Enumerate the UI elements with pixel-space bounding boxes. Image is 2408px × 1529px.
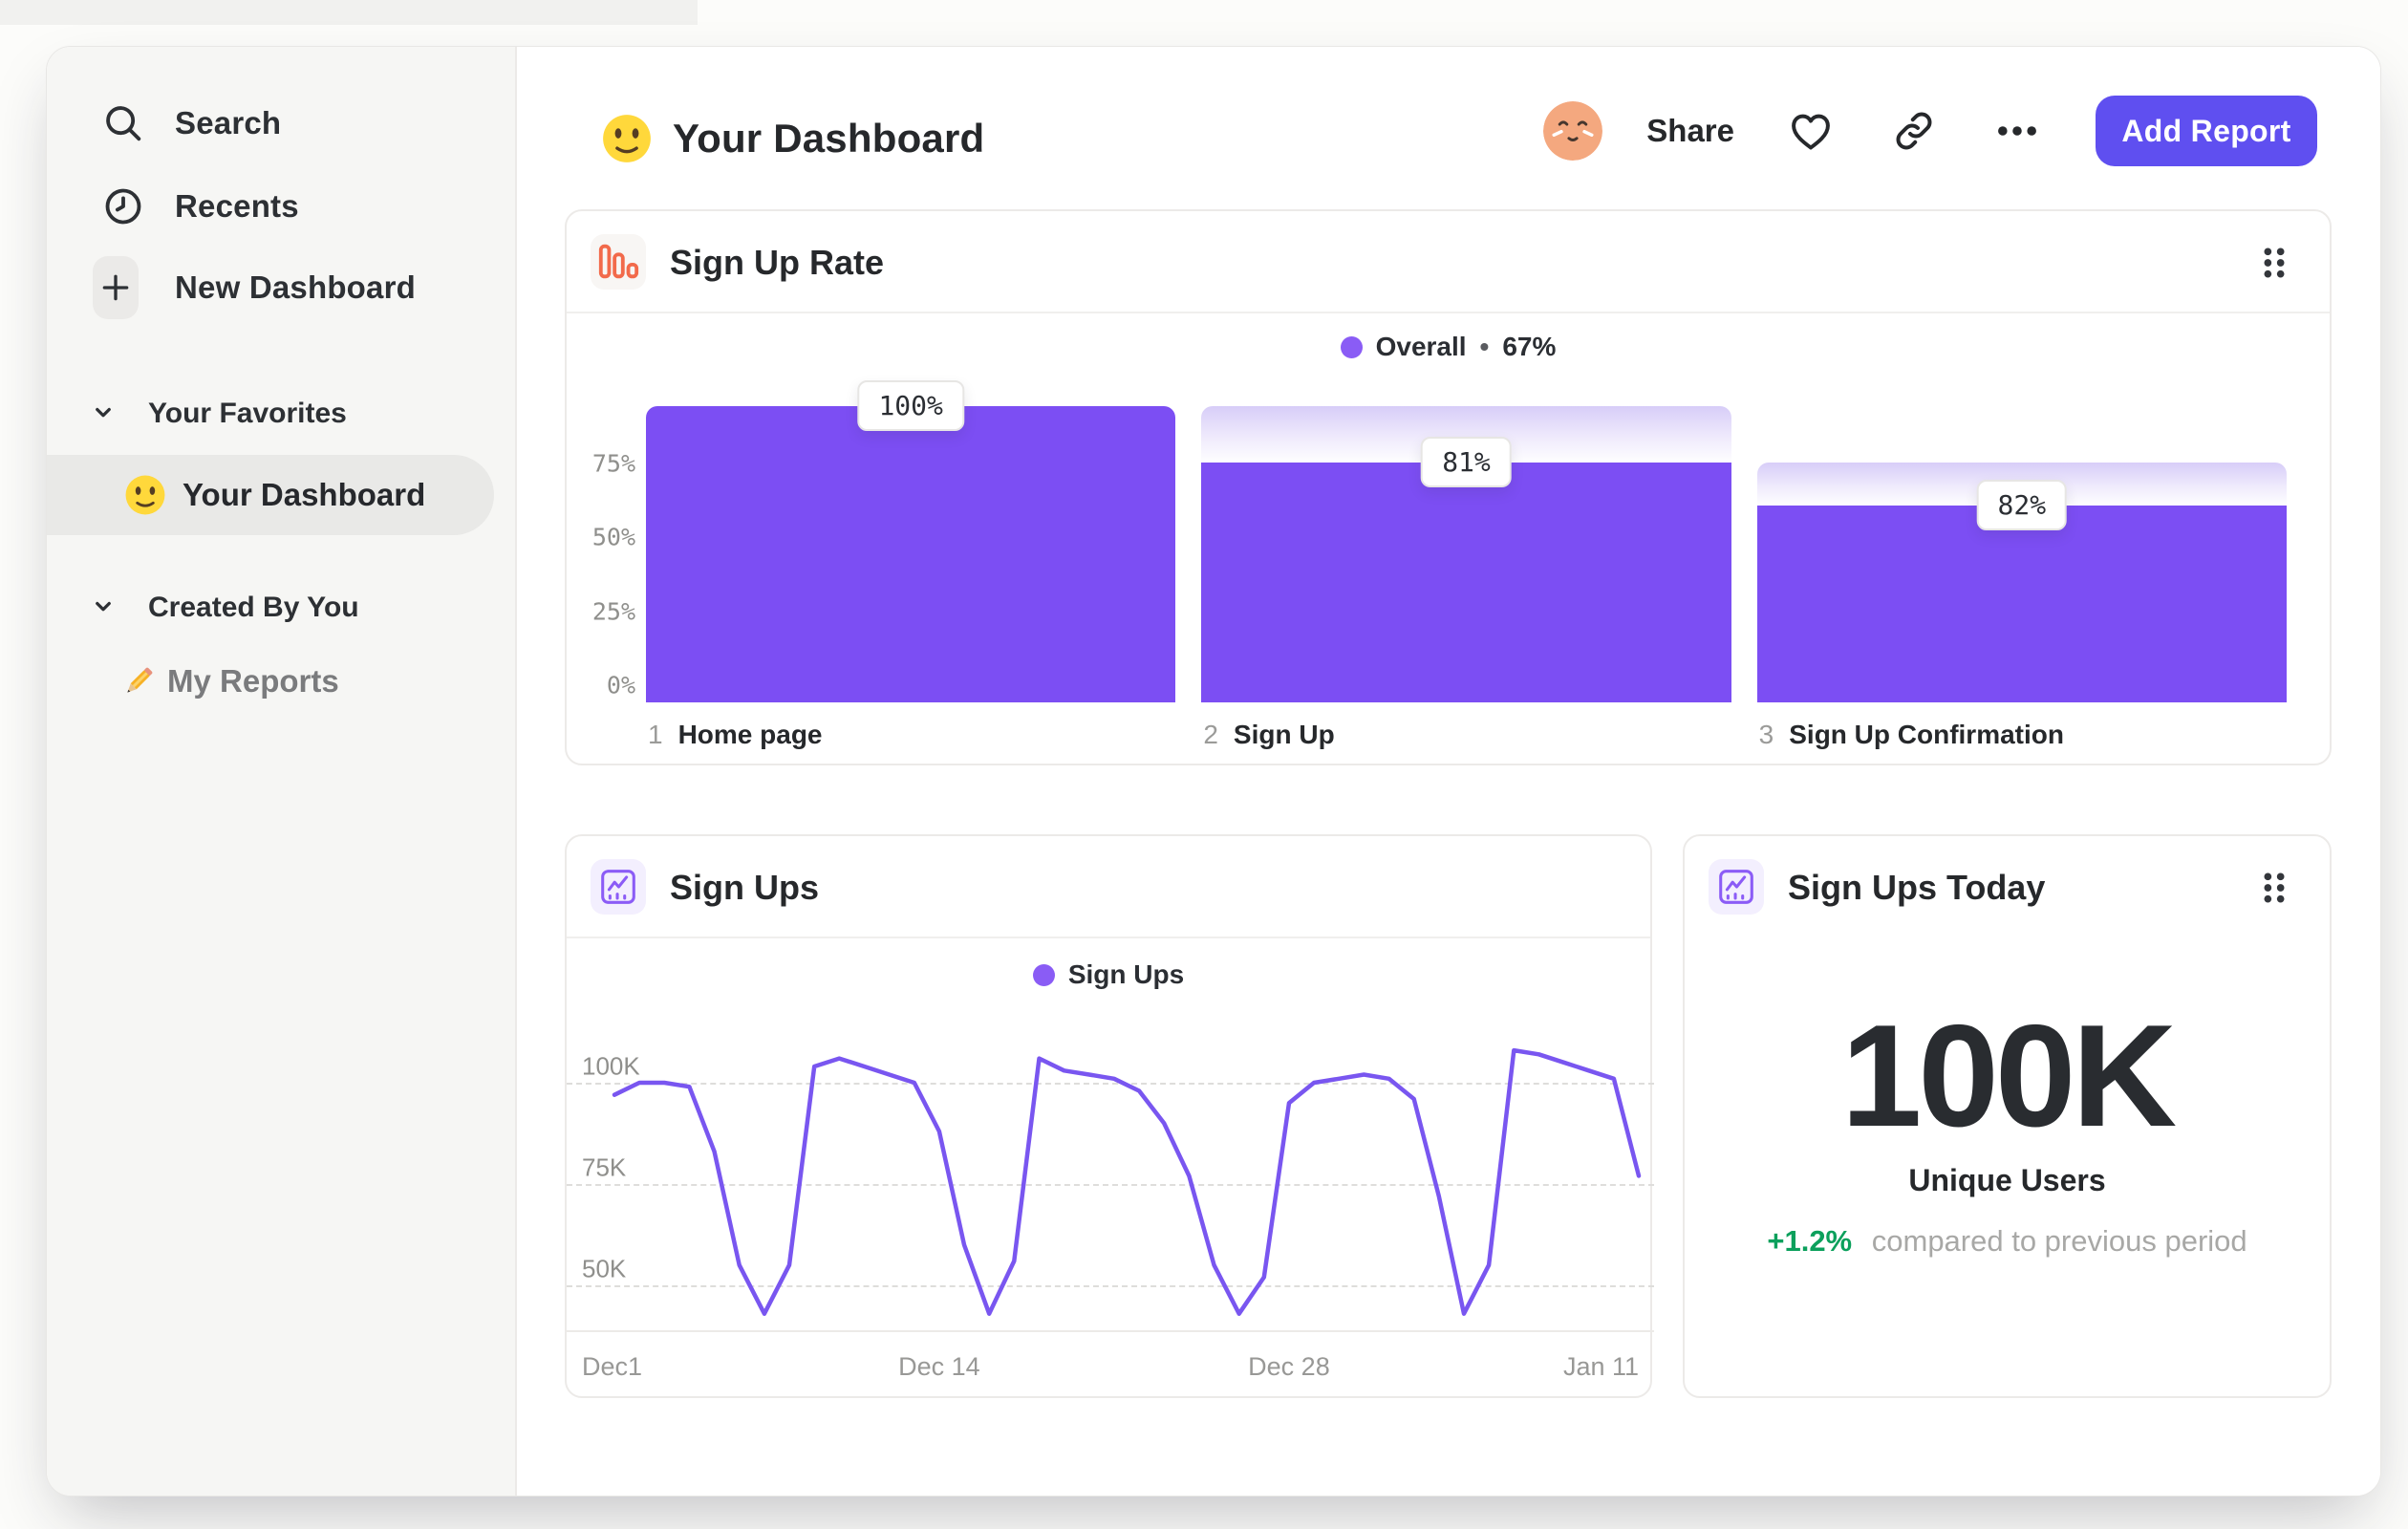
sidebar-item-label: My Reports (167, 663, 339, 699)
conversion-badge: 100% (857, 380, 964, 431)
clock-icon (100, 183, 146, 229)
card-title: Sign Up Rate (670, 242, 885, 282)
funnel-bars: 100% 1 Home page 81% 2 Sign Up 82% 3 Sign Up Con… (646, 380, 2287, 749)
search-icon (100, 100, 146, 146)
funnel-step[interactable]: 81% 2 Sign Up (1201, 406, 1731, 749)
metric-delta: +1.2% compared to previous period (1685, 1224, 2330, 1259)
insights-chart-icon (591, 859, 646, 915)
line-x-tick: Jan 11 (1562, 1352, 1639, 1381)
metric-card-header: Sign Ups Today (1685, 836, 2330, 938)
funnel-step-label: 2 Sign Up (1203, 720, 1334, 750)
sidebar-section-created-by-you[interactable]: Created By You (47, 587, 515, 629)
page-title: Your Dashboard (673, 116, 985, 161)
delta-note: compared to previous period (1871, 1224, 2247, 1258)
legend-dot (1340, 335, 1363, 358)
drag-handle-icon[interactable] (2253, 242, 2295, 284)
funnel-y-tick: 25% (591, 597, 635, 625)
funnel-chart-icon (591, 234, 646, 290)
funnel-step-label: 1 Home page (648, 720, 823, 750)
funnel-step[interactable]: 100% 1 Home page (646, 380, 1176, 749)
funnel-bar (646, 406, 1176, 702)
legend-label: Sign Ups (1067, 959, 1185, 989)
step-name: Sign Up (1233, 720, 1335, 749)
legend-value: 67% (1502, 332, 1557, 361)
metric-label: Unique Users (1908, 1163, 2106, 1197)
delta-value: +1.2% (1767, 1224, 1853, 1258)
plus-icon (93, 256, 139, 319)
funnel-bar (1201, 463, 1731, 702)
sidebar-item-your-dashboard[interactable]: Your Dashboard (47, 455, 494, 535)
line-legend: Sign Ups (567, 956, 1650, 994)
conversion-badge: 81% (1421, 437, 1512, 487)
line-x-tick: Dec 28 (1248, 1352, 1330, 1381)
sidebar: Search Recents New Dashboard Your Favori… (47, 47, 517, 1496)
add-report-button[interactable]: Add Report (2096, 96, 2317, 166)
app-window: Search Recents New Dashboard Your Favori… (46, 46, 2381, 1497)
funnel-card-header: Sign Up Rate (567, 211, 2330, 313)
main-content: Your Dashboard Share Add Report Sign Up … (517, 47, 2380, 1496)
sidebar-item-label: Your Dashboard (183, 477, 426, 512)
chevron-down-icon (89, 592, 118, 625)
step-name: Home page (677, 720, 823, 749)
funnel-step-label: 3 Sign Up Confirmation (1759, 720, 2064, 750)
sidebar-item-label: New Dashboard (175, 269, 416, 305)
line-x-tick: Dec 14 (898, 1352, 980, 1381)
line-card-header: Sign Ups (567, 836, 1650, 938)
signups-line-card: Sign Ups Sign Ups 100K 75K 50K Dec1 Dec 14 De… (565, 834, 1654, 1398)
sidebar-item-label: Recents (175, 188, 299, 224)
favorite-heart-icon[interactable] (1784, 104, 1838, 158)
legend-label: Overall (1375, 332, 1467, 361)
step-index: 2 (1203, 720, 1218, 749)
legend-dot (1032, 963, 1055, 986)
funnel-y-tick: 0% (606, 671, 635, 700)
sidebar-item-label: Search (175, 105, 282, 140)
funnel-bar (1756, 506, 2287, 702)
smiley-emoji (600, 112, 654, 165)
sidebar-item-search[interactable]: Search (47, 92, 515, 155)
smiley-emoji (123, 473, 167, 517)
step-index: 3 (1758, 720, 1774, 749)
signups-line-series (612, 1047, 1642, 1316)
funnel-step[interactable]: 82% 3 Sign Up Confirmation (1756, 406, 2287, 749)
section-title: Created By You (148, 592, 359, 623)
conversion-badge: 82% (1976, 480, 2068, 530)
drag-handle-icon[interactable] (2253, 867, 2295, 909)
sidebar-item-my-reports[interactable]: My Reports (47, 655, 515, 708)
copy-link-icon[interactable] (1887, 104, 1941, 158)
sidebar-section-your-favorites[interactable]: Your Favorites (47, 393, 515, 435)
share-button[interactable]: Share (1646, 113, 1734, 149)
more-options-icon[interactable] (1990, 104, 2044, 158)
sidebar-item-new-dashboard[interactable]: New Dashboard (47, 256, 515, 319)
step-name: Sign Up Confirmation (1789, 720, 2064, 749)
legend-separator: • (1479, 332, 1490, 361)
insights-chart-icon (1709, 859, 1764, 915)
funnel-y-tick: 75% (591, 449, 635, 477)
pencil-emoji (118, 660, 160, 702)
metric-value: 100K (1840, 995, 2177, 1157)
chevron-down-icon (89, 398, 118, 431)
avatar[interactable] (1543, 101, 1603, 161)
sidebar-item-recents[interactable]: Recents (47, 175, 515, 238)
line-plot: 100K 75K 50K Dec1 Dec 14 Dec 28 Jan 11 (567, 1001, 1654, 1402)
page-header: Your Dashboard (600, 100, 984, 177)
signups-today-card: Sign Ups Today 100K Unique Users +1.2% c… (1683, 834, 2332, 1398)
card-title: Sign Ups Today (1788, 867, 2046, 907)
line-x-tick: Dec1 (582, 1352, 643, 1381)
section-title: Your Favorites (148, 398, 347, 429)
header-actions: Share Add Report (1543, 89, 2317, 173)
step-index: 1 (648, 720, 663, 749)
funnel-card: Sign Up Rate Overall • 67% 75% 50% 25% 0% 1… (565, 209, 2332, 765)
background-window-strip (0, 0, 698, 25)
funnel-legend: Overall • 67% (567, 328, 2330, 366)
card-title: Sign Ups (670, 867, 820, 907)
funnel-y-tick: 50% (591, 523, 635, 551)
